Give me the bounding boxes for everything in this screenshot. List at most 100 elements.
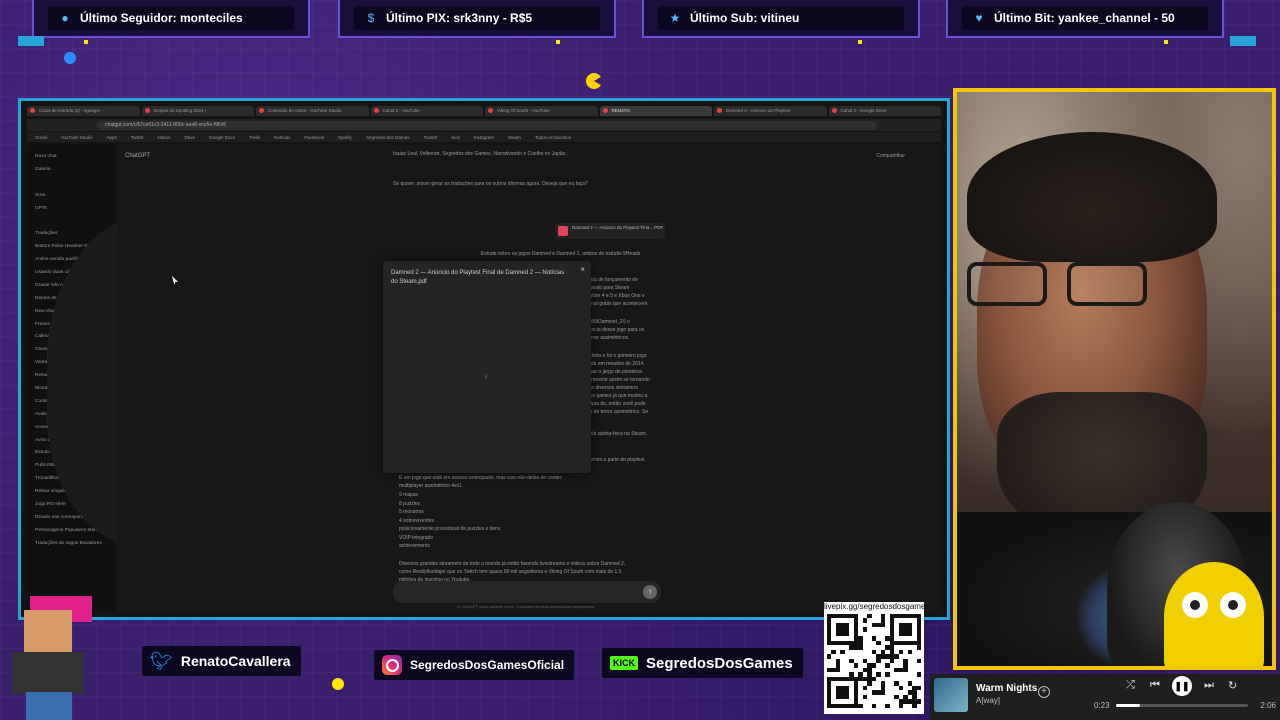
- chatgpt-sidebar: Novo chat Galeria Sora GPTs Chats Traduções Bo…: [27, 145, 277, 611]
- total-time: 2:06: [1260, 701, 1276, 710]
- chat-message-line: os de terror assimétrico. Se: [587, 409, 649, 415]
- chat-message-line: 9 mapas: [399, 492, 419, 498]
- chat-message-line: 5 monstros: [399, 509, 424, 515]
- address-bar[interactable]: chatgpt.com/c/67ce01c3-2411-800c-aea8-oc…: [97, 120, 877, 130]
- browser-tab[interactable]: Conteúdo do canal - YouTube Studio: [256, 106, 369, 116]
- loading-icon: ⁝: [485, 374, 488, 381]
- pdf-icon: [558, 226, 568, 236]
- album-art: [934, 678, 968, 712]
- chat-message-line: itation 4 e 5 e Xbox One e: [587, 293, 645, 299]
- chat-message-line: dos games já que mudou a: [587, 393, 648, 399]
- bookmark-item[interactable]: Twitch: [131, 135, 144, 140]
- chat-message-line: 8 puzzles: [399, 501, 421, 507]
- sidebar-chat-item[interactable]: [31, 215, 111, 228]
- share-button[interactable]: Compartilhar: [876, 153, 905, 159]
- chat-message-line: pela quinta-feira na Steam.: [587, 431, 648, 437]
- music-player: Warm Nights A[way] + ⤮ ⏮ ❚❚ ⏭ ↻ 0:23 2:0…: [930, 674, 1280, 720]
- add-to-library-icon[interactable]: +: [1038, 686, 1050, 698]
- pdf-attachment[interactable]: Damned 2 — Anúncio do Playtest Fina... P…: [555, 223, 665, 239]
- decor-notch: [1230, 36, 1256, 46]
- sidebar-chat-item[interactable]: Sora: [31, 190, 111, 203]
- song-artist: A[way]: [976, 696, 1001, 705]
- bookmark-item[interactable]: Gmail: [35, 135, 47, 140]
- bookmark-item[interactable]: Drive: [185, 135, 196, 140]
- user-icon: ●: [61, 11, 69, 25]
- browser-tab[interactable]: Canal 2 - YouTube: [370, 106, 483, 116]
- sidebar-chat-item[interactable]: Galeria: [31, 164, 111, 177]
- bookmark-item[interactable]: Todos os favoritos: [535, 135, 571, 140]
- alert-text: Último PIX: srk3nny - R$5: [386, 11, 533, 25]
- bookmark-item[interactable]: Tumblr: [423, 135, 437, 140]
- decor-notch: [18, 36, 44, 46]
- kick-handle: SegredosDosGames: [646, 654, 793, 672]
- sidebar-chat-item[interactable]: GPTs: [31, 203, 111, 216]
- chat-message-line: É um jogo que está em acesso antecipado,…: [399, 475, 563, 481]
- chat-message-line: n mesmo assim se tornando: [587, 377, 650, 383]
- elapsed-time: 0:23: [1094, 701, 1110, 710]
- sidebar-chat-item[interactable]: Novo chat: [31, 151, 111, 164]
- screen-capture: Caixa de entrada (2) - sgeagm Grupos do S…: [18, 98, 950, 620]
- chat-message-line: por diversos streamers: [587, 385, 638, 391]
- chat-message-line: milhões de inscritos no Youtube.: [399, 577, 471, 583]
- chat-message-line: menos a parte do playtest: [587, 457, 645, 463]
- qr-code-panel: livepix.gg/segredosdosgames: [824, 602, 930, 714]
- bookmark-item[interactable]: Facebook: [304, 135, 324, 140]
- browser-tab[interactable]: Viking Of South - YouTube: [485, 106, 598, 116]
- instagram-icon: [382, 655, 402, 675]
- twitter-icon: 🐦︎: [150, 650, 173, 671]
- next-icon[interactable]: ⏭: [1204, 679, 1214, 692]
- chat-message-line: Isaias Leal, Velberan, Segredos dos Game…: [393, 151, 567, 157]
- chat-message-line: 1.89/Damned_2/) o: [587, 319, 630, 325]
- chatgpt-model-title[interactable]: ChatGPT: [125, 153, 150, 159]
- heart-icon: ♥: [975, 11, 983, 25]
- sidebar-chat-item[interactable]: [31, 177, 111, 190]
- progress-bar[interactable]: [1116, 704, 1248, 707]
- decor-dot: [858, 40, 862, 44]
- repeat-icon[interactable]: ↻: [1228, 679, 1237, 692]
- bookmark-item[interactable]: Trello: [249, 135, 260, 140]
- browser-tab[interactable]: Canal 2 - Google Drive: [828, 106, 941, 116]
- bookmark-item[interactable]: Kick: [451, 135, 460, 140]
- decor-dot: [1164, 40, 1168, 44]
- previous-icon[interactable]: ⏮: [1150, 679, 1160, 692]
- chat-message-line: rafeiro e foi o primeiro jogo: [587, 353, 647, 359]
- browser-tab-strip: Caixa de entrada (2) - sgeagm Grupos do S…: [27, 105, 941, 117]
- pdf-preview-title: Damned 2 — Anúncio do Playtest Final de …: [391, 270, 565, 285]
- alert-last-follower: ● Último Seguidor: monteciles: [32, 0, 310, 38]
- bookmark-item[interactable]: Google Docs: [209, 135, 235, 140]
- pause-button[interactable]: ❚❚: [1172, 676, 1192, 696]
- bookmark-item[interactable]: Instagram: [474, 135, 494, 140]
- chat-message-line: Estude sobre os jogos Damned e Damned 2,…: [481, 251, 641, 257]
- shuffle-icon[interactable]: ⤮: [1126, 679, 1135, 692]
- close-icon[interactable]: ×: [580, 265, 585, 274]
- send-button[interactable]: ↑: [643, 585, 657, 599]
- decor-dot: [556, 40, 560, 44]
- bookmark-item[interactable]: Steam: [508, 135, 521, 140]
- message-input[interactable]: ↑: [393, 581, 661, 603]
- browser-tab[interactable]: Caixa de entrada (2) - sgeagm: [27, 106, 140, 116]
- progress-fill: [1116, 704, 1140, 707]
- chat-message-line: cópia do, então você pode: [587, 401, 646, 407]
- bookmark-item[interactable]: Segredos dos Games: [366, 135, 410, 140]
- chat-message-line: Final grátis que acontecerá: [587, 301, 648, 307]
- alert-last-pix: $ Último PIX: srk3nny - R$5: [338, 0, 616, 38]
- qr-url: livepix.gg/segredosdosgames: [824, 602, 930, 611]
- social-kick: KICK SegredosDosGames: [602, 648, 803, 678]
- pdf-preview-popup[interactable]: Damned 2 — Anúncio do Playtest Final de …: [383, 261, 591, 473]
- chat-message-line: posicionamento procedural de puzzles e i…: [399, 526, 501, 532]
- twitter-handle: RenatoCavallera: [180, 653, 291, 669]
- bookmark-item[interactable]: Spotify: [338, 135, 352, 140]
- bookmark-item[interactable]: Notícias: [274, 135, 290, 140]
- pdf-attachment-label: Damned 2 — Anúncio do Playtest Fina... P…: [572, 225, 664, 230]
- dollar-icon: $: [367, 11, 375, 25]
- browser-tab[interactable]: Damned 2 - Anúncio do Playtest: [714, 106, 827, 116]
- browser-tab[interactable]: RENATO: [599, 106, 712, 116]
- browser-tab[interactable]: Grupos do Spotting 2024 |: [141, 106, 254, 116]
- alert-last-bit: ♥ Último Bit: yankee_channel - 50: [946, 0, 1224, 38]
- bookmark-item[interactable]: Apps: [106, 135, 116, 140]
- bookmark-item[interactable]: YouTube Studio: [61, 135, 93, 140]
- chat-message-line: VOIP integrado: [399, 535, 434, 541]
- sidebar-chat-item[interactable]: Traduções de Jogos Boradores: [31, 538, 111, 551]
- song-title: Warm Nights: [976, 683, 1038, 694]
- bookmark-item[interactable]: Notion: [158, 135, 171, 140]
